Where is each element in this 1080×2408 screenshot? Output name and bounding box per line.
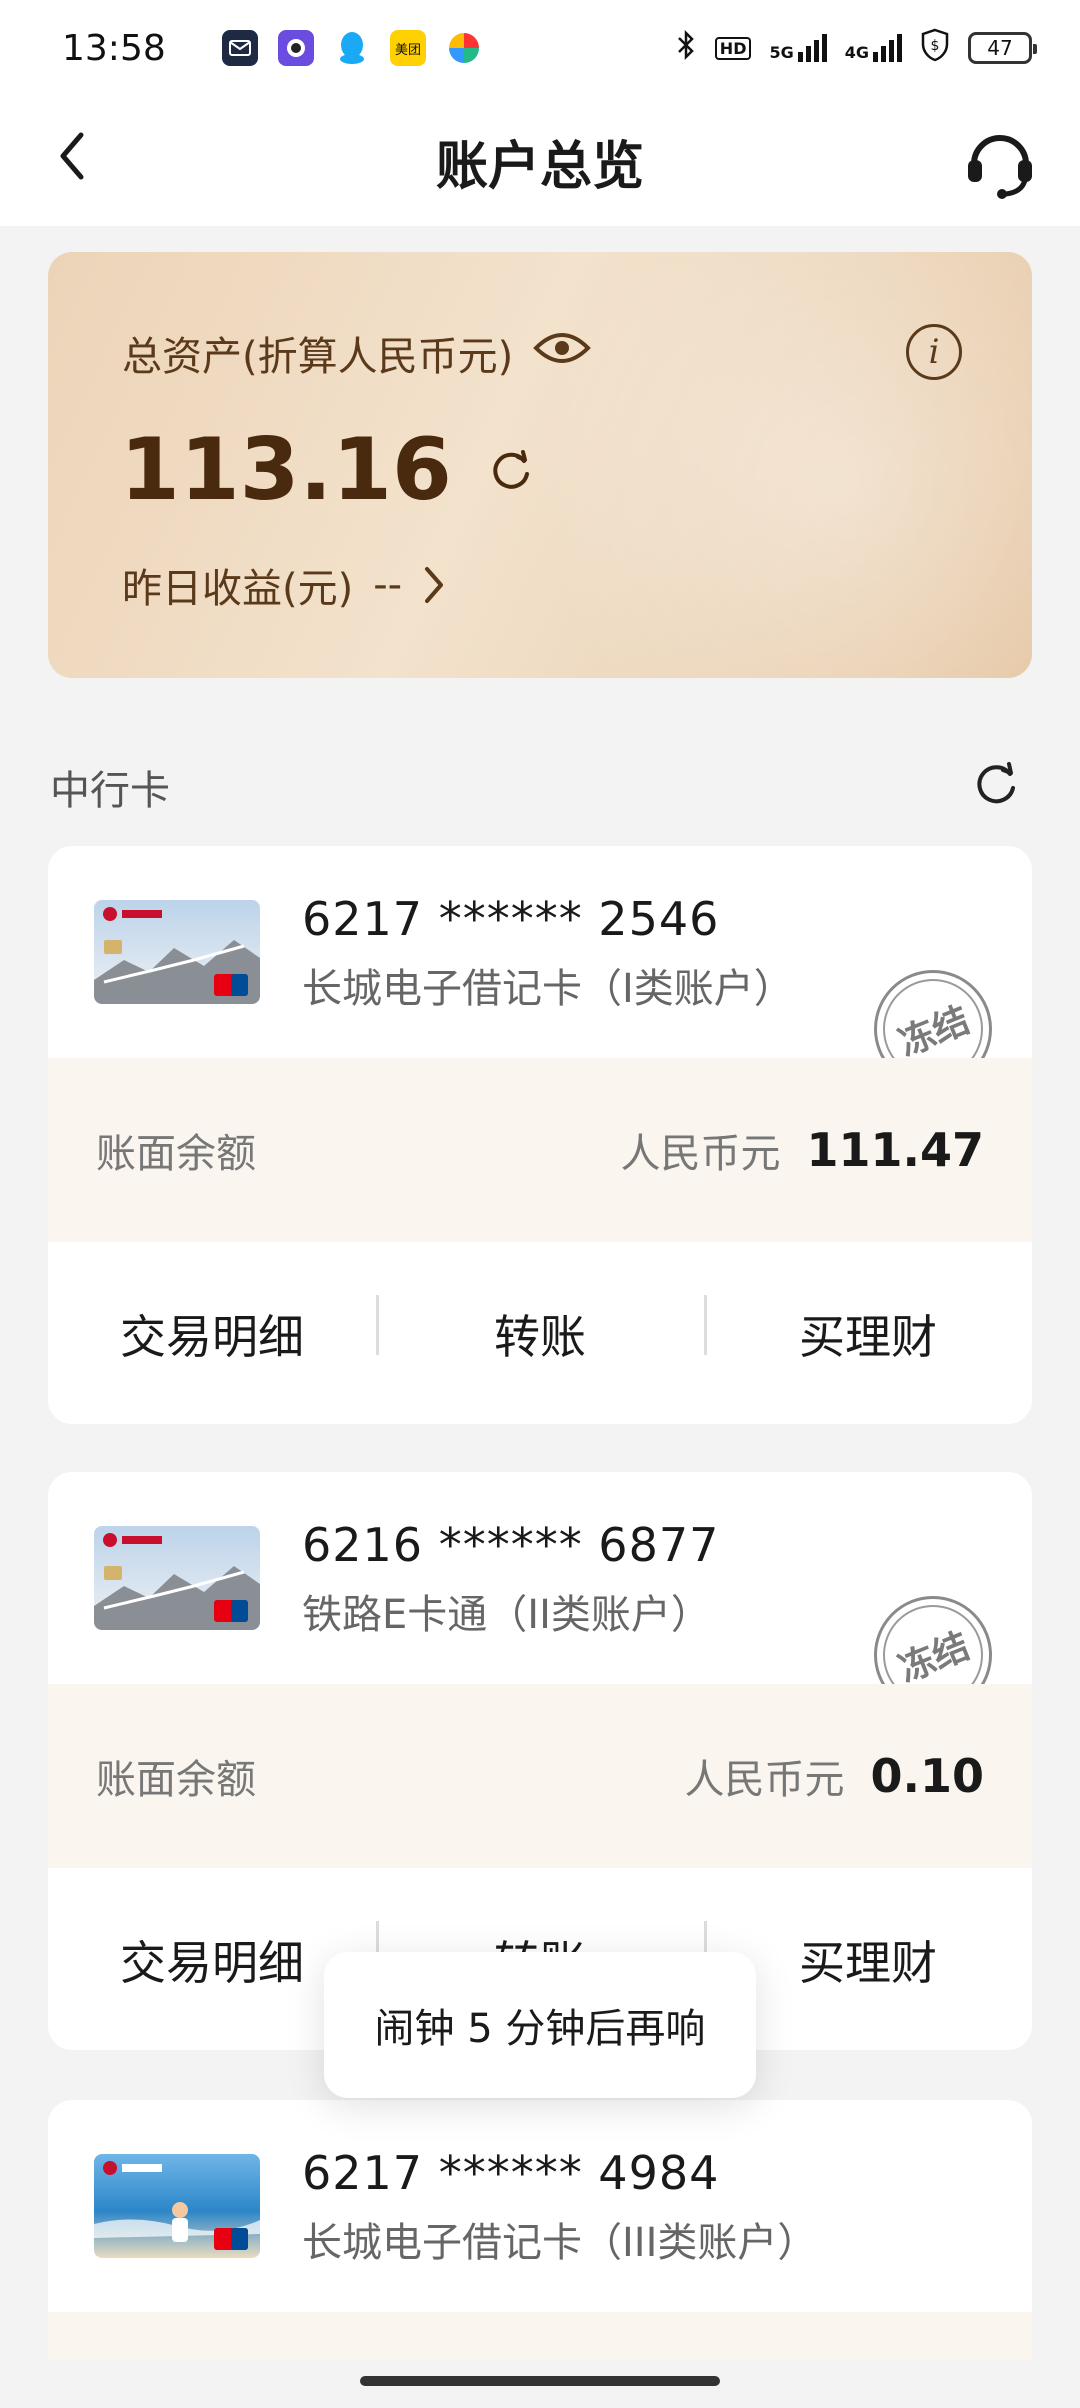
yesterday-earnings-row[interactable]: 昨日收益(元) -- <box>122 556 446 614</box>
balance-currency: 人民币元 <box>620 1131 781 1177</box>
page-title: 账户总览 <box>435 137 644 197</box>
chevron-right-icon <box>425 567 444 603</box>
status-time: 13:58 <box>62 27 166 69</box>
refresh-icon <box>977 762 1015 804</box>
balance-label: 账面余额 <box>96 1131 256 1177</box>
yesterday-earnings-value: -- <box>373 562 403 608</box>
action-row: 交易明细 转账 买理财 <box>48 1242 1032 1424</box>
balance-label: 账面余额 <box>96 1757 256 1803</box>
section-title: 中行卡 <box>50 768 170 814</box>
network-5g-label: 5G <box>769 43 794 62</box>
account-card[interactable]: 6217 ****** 4984 长城电子借记卡（III类账户） <box>48 2100 1032 2400</box>
shield-icon: $ <box>920 28 950 68</box>
qq-icon <box>334 30 370 66</box>
status-indicators: HD 5G 4G $ 47 <box>675 28 1037 68</box>
bank-card-image <box>94 1526 260 1630</box>
network-4g-label: 4G <box>844 43 869 62</box>
home-indicator[interactable] <box>360 2376 720 2386</box>
card-number: 6216 ****** 6877 <box>302 1518 720 1572</box>
eye-icon[interactable] <box>533 330 592 376</box>
balance-value: 0.10 <box>870 1749 985 1803</box>
balance-row: 账面余额 人民币元 111.47 <box>48 1058 1032 1242</box>
svg-text:$: $ <box>931 38 940 54</box>
card-type: 铁路E卡通（II类账户） <box>302 1592 711 1638</box>
info-icon[interactable]: i <box>906 324 962 380</box>
card-number: 6217 ****** 4984 <box>302 2146 720 2200</box>
frozen-label: 冻结 <box>893 999 976 1065</box>
total-assets-card[interactable]: 总资产(折算人民币元) i 113.16 昨日收益(元) -- <box>48 252 1032 678</box>
snooze-toast: 闹钟 5 分钟后再响 <box>324 1952 756 2098</box>
balance-currency: 人民币元 <box>684 1757 845 1803</box>
signal-5g: 5G <box>769 34 827 62</box>
bank-card-image <box>94 900 260 1004</box>
meituan-icon: 美团 <box>390 30 426 66</box>
balance-value: 111.47 <box>806 1123 984 1177</box>
account-card[interactable]: 6217 ****** 2546 长城电子借记卡（I类账户） 冻结 账面余额 人… <box>48 846 1032 1424</box>
customer-service-button[interactable] <box>960 122 1040 202</box>
battery-indicator: 47 <box>968 32 1037 64</box>
status-bar: 13:58 美团 HD 5G 4G $ 47 <box>0 0 1080 96</box>
bank-card-image <box>94 2154 260 2258</box>
buy-wealth-product-button[interactable]: 买理财 <box>704 1295 1032 1367</box>
account-card-header[interactable]: 6216 ****** 6877 铁路E卡通（II类账户） 冻结 <box>48 1472 1032 1714</box>
frozen-label: 冻结 <box>893 1625 976 1691</box>
gesture-area <box>0 2360 1080 2408</box>
pinwheel-app-icon <box>446 30 482 66</box>
card-type: 长城电子借记卡（III类账户） <box>302 2220 818 2266</box>
signal-4g: 4G <box>845 34 902 62</box>
header: 账户总览 <box>0 96 1080 226</box>
account-card-header[interactable]: 6217 ****** 4984 长城电子借记卡（III类账户） <box>48 2100 1032 2312</box>
total-assets-label: 总资产(折算人民币元) <box>122 334 514 380</box>
camera-app-icon <box>278 30 314 66</box>
refresh-icon[interactable] <box>488 447 534 493</box>
status-app-icons: 美团 <box>222 30 482 66</box>
transaction-details-button[interactable]: 交易明细 <box>48 1301 376 1367</box>
headset-icon <box>968 135 1032 199</box>
card-number: 6217 ****** 2546 <box>302 892 720 946</box>
yesterday-earnings-label: 昨日收益(元) <box>122 566 354 612</box>
total-assets-label-row: 总资产(折算人民币元) <box>122 324 592 382</box>
transfer-button[interactable]: 转账 <box>376 1295 704 1367</box>
card-type: 长城电子借记卡（I类账户） <box>302 966 794 1012</box>
bluetooth-icon <box>675 29 697 67</box>
hd-badge: HD <box>714 36 752 60</box>
mail-icon <box>222 30 258 66</box>
total-assets-amount: 113.16 <box>120 420 452 520</box>
balance-row: 账面余额 人民币元 0.10 <box>48 1684 1032 1868</box>
account-card-header[interactable]: 6217 ****** 2546 长城电子借记卡（I类账户） 冻结 <box>48 846 1032 1088</box>
refresh-button[interactable] <box>970 758 1022 810</box>
total-assets-amount-row: 113.16 <box>120 420 534 520</box>
